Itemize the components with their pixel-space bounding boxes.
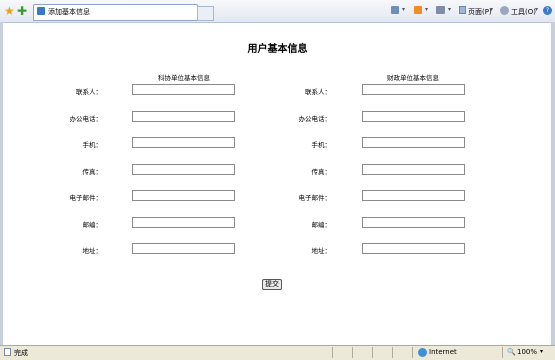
left-address-label: 地址：: [82, 247, 103, 255]
tools-menu[interactable]: 工具(O): [511, 7, 536, 17]
right-mobile-input[interactable]: [362, 137, 465, 148]
left-postcode-label: 邮编：: [82, 221, 103, 229]
page-icon: [37, 7, 45, 15]
print-dropdown-icon[interactable]: ▾: [448, 6, 451, 13]
add-favorites-icon[interactable]: ✚: [17, 5, 27, 17]
left-mobile-label: 手机：: [82, 141, 103, 149]
status-separator: [372, 347, 373, 358]
left-address-input[interactable]: [132, 243, 235, 254]
page-menu-icon[interactable]: [459, 6, 466, 14]
zoom-level[interactable]: 100%: [517, 348, 537, 356]
left-mobile-input[interactable]: [132, 137, 235, 148]
right-section-title: 财政单位基本信息: [387, 74, 439, 82]
left-contact-input[interactable]: [132, 84, 235, 95]
submit-button[interactable]: 提交: [262, 279, 282, 290]
right-office-phone-label: 办公电话：: [298, 115, 332, 123]
status-separator: [352, 347, 353, 358]
tab-title[interactable]: 添加基本信息: [48, 7, 90, 17]
page-done-icon: [4, 348, 11, 356]
right-email-label: 电子邮件：: [298, 194, 332, 202]
right-office-phone-input[interactable]: [362, 111, 465, 122]
right-contact-input[interactable]: [362, 84, 465, 95]
window-frame-right: [551, 22, 555, 345]
zoom-dropdown-icon[interactable]: ▾: [540, 348, 543, 355]
status-separator: [332, 347, 333, 358]
left-email-input[interactable]: [132, 190, 235, 201]
right-address-label: 地址：: [311, 247, 332, 255]
feeds-dropdown-icon[interactable]: ▾: [425, 6, 428, 13]
favorites-star-icon[interactable]: ★: [4, 5, 15, 17]
right-fax-label: 传真：: [311, 168, 332, 176]
window-frame-left: [0, 22, 3, 345]
page-menu-dropdown-icon[interactable]: ▾: [490, 6, 493, 13]
status-separator: [392, 347, 393, 358]
status-text: 完成: [14, 349, 28, 357]
feeds-icon[interactable]: [414, 6, 422, 14]
right-address-input[interactable]: [362, 243, 465, 254]
left-contact-label: 联系人：: [76, 88, 102, 96]
status-separator: [502, 347, 503, 358]
left-office-phone-input[interactable]: [132, 111, 235, 122]
home-dropdown-icon[interactable]: ▾: [402, 6, 405, 13]
left-fax-input[interactable]: [132, 164, 235, 175]
new-tab-button[interactable]: [197, 6, 214, 21]
security-zone-label: Internet: [429, 348, 457, 356]
left-postcode-input[interactable]: [132, 217, 235, 228]
internet-zone-globe-icon: [418, 348, 427, 357]
help-icon[interactable]: ?: [543, 6, 552, 15]
left-office-phone-label: 办公电话：: [69, 115, 103, 123]
right-fax-input[interactable]: [362, 164, 465, 175]
left-fax-label: 传真：: [82, 168, 103, 176]
status-separator: [412, 347, 413, 358]
right-email-input[interactable]: [362, 190, 465, 201]
right-mobile-label: 手机：: [311, 141, 332, 149]
right-contact-label: 联系人：: [305, 88, 331, 96]
status-bar: [0, 345, 555, 360]
zoom-icon[interactable]: 🔍: [507, 348, 516, 356]
left-email-label: 电子邮件：: [69, 194, 103, 202]
print-icon[interactable]: [436, 6, 445, 14]
page-menu[interactable]: 页面(P): [468, 7, 492, 17]
home-icon[interactable]: [391, 6, 399, 14]
page-title: 用户基本信息: [247, 44, 308, 55]
tools-dropdown-icon[interactable]: ▾: [535, 6, 538, 13]
right-postcode-input[interactable]: [362, 217, 465, 228]
left-section-title: 科协单位基本信息: [158, 74, 210, 82]
right-postcode-label: 邮编：: [311, 221, 332, 229]
tools-gear-icon[interactable]: [500, 6, 509, 15]
